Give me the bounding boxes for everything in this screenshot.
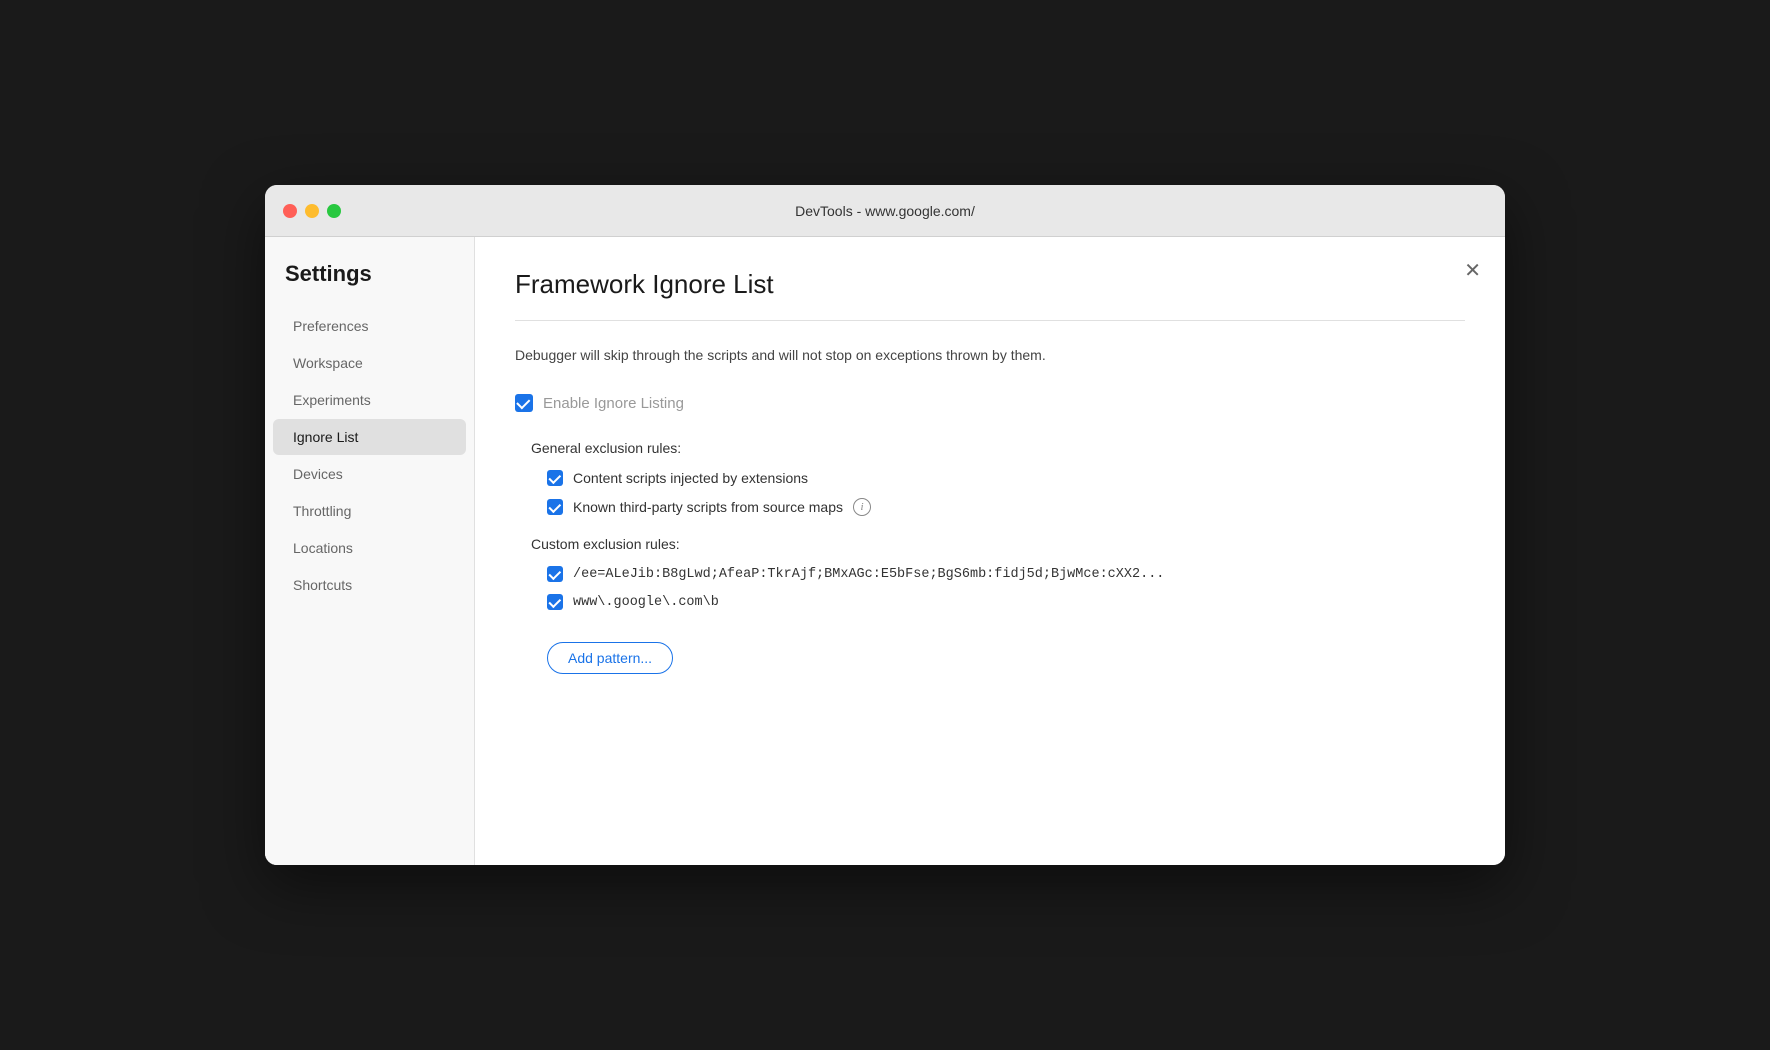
known-third-party-label: Known third-party scripts from source ma… (573, 499, 843, 515)
custom-rule-2-row: www\.google\.com\b (547, 594, 1465, 610)
add-pattern-button[interactable]: Add pattern... (547, 642, 673, 674)
dialog-close-button[interactable]: ✕ (1464, 261, 1481, 281)
content-area: Settings Preferences Workspace Experimen… (265, 237, 1505, 865)
enable-ignore-listing-checkbox[interactable] (515, 394, 533, 412)
sidebar-item-shortcuts[interactable]: Shortcuts (273, 567, 466, 603)
main-content: ✕ Framework Ignore List Debugger will sk… (475, 237, 1505, 865)
custom-rule-1-row: /ee=ALeJib:B8gLwd;AfeaP:TkrAjf;BMxAGc:E5… (547, 566, 1465, 582)
custom-exclusion-section: Custom exclusion rules: /ee=ALeJib:B8gLw… (515, 536, 1465, 674)
sidebar-item-ignore-list[interactable]: Ignore List (273, 419, 466, 455)
custom-rule-1-checkbox[interactable] (547, 566, 563, 582)
enable-ignore-listing-row: Enable Ignore Listing (515, 394, 1465, 412)
divider (515, 320, 1465, 321)
window-title: DevTools - www.google.com/ (795, 203, 975, 219)
content-scripts-label: Content scripts injected by extensions (573, 470, 808, 486)
known-third-party-checkbox[interactable] (547, 499, 563, 515)
sidebar-item-experiments[interactable]: Experiments (273, 382, 466, 418)
custom-exclusion-label: Custom exclusion rules: (531, 536, 1465, 552)
sidebar-item-devices[interactable]: Devices (273, 456, 466, 492)
close-button[interactable] (283, 204, 297, 218)
custom-rule-2-text: www\.google\.com\b (573, 595, 719, 610)
sidebar: Settings Preferences Workspace Experimen… (265, 237, 475, 865)
description-text: Debugger will skip through the scripts a… (515, 345, 1465, 366)
titlebar: DevTools - www.google.com/ (265, 185, 1505, 237)
sidebar-item-preferences[interactable]: Preferences (273, 308, 466, 344)
maximize-button[interactable] (327, 204, 341, 218)
info-icon[interactable]: i (853, 498, 871, 516)
sidebar-item-workspace[interactable]: Workspace (273, 345, 466, 381)
known-third-party-row: Known third-party scripts from source ma… (547, 498, 1465, 516)
sidebar-item-throttling[interactable]: Throttling (273, 493, 466, 529)
custom-rule-1-text: /ee=ALeJib:B8gLwd;AfeaP:TkrAjf;BMxAGc:E5… (573, 567, 1164, 582)
general-exclusion-section: General exclusion rules: Content scripts… (515, 440, 1465, 516)
enable-ignore-listing-label: Enable Ignore Listing (543, 395, 684, 412)
content-scripts-checkbox[interactable] (547, 470, 563, 486)
traffic-lights (283, 204, 341, 218)
page-title: Framework Ignore List (515, 269, 1465, 300)
sidebar-item-locations[interactable]: Locations (273, 530, 466, 566)
minimize-button[interactable] (305, 204, 319, 218)
sidebar-heading: Settings (265, 261, 474, 307)
devtools-window: DevTools - www.google.com/ Settings Pref… (265, 185, 1505, 865)
custom-rule-2-checkbox[interactable] (547, 594, 563, 610)
general-exclusion-label: General exclusion rules: (531, 440, 1465, 456)
content-scripts-row: Content scripts injected by extensions (547, 470, 1465, 486)
